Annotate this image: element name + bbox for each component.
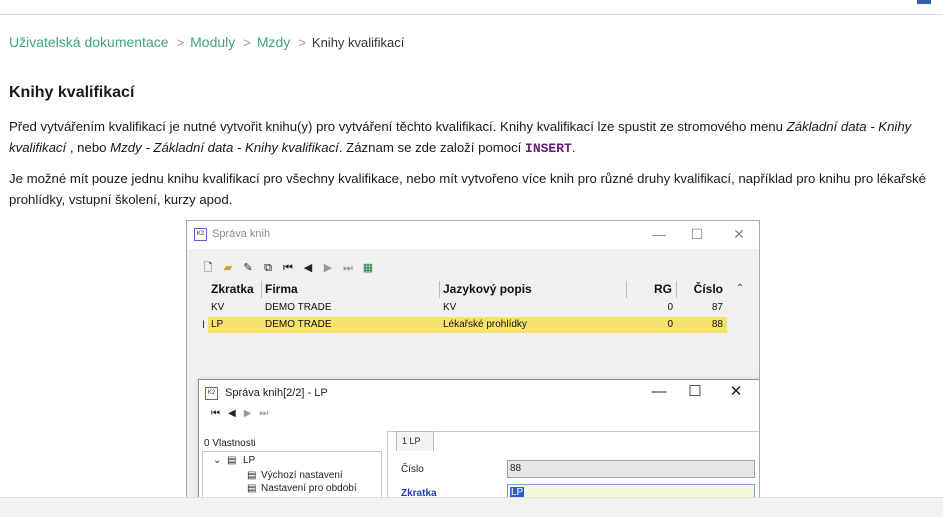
tree-node-default[interactable]: Výchozí nastavení [261, 470, 343, 481]
tab-lp[interactable]: 1 LP [396, 431, 434, 451]
minimize-button[interactable]: — [649, 225, 669, 243]
table-row-selected[interactable]: LP DEMO TRADE Lékařské prohlídky 0 88 [208, 317, 727, 333]
record-navigation: ⏮ ◀ ▶ ⏭ [211, 408, 268, 419]
column-header-zkratka[interactable]: Zkratka [208, 281, 262, 298]
window-titlebar: K2 Správa knih — ☐ ✕ [187, 221, 759, 249]
breadcrumb-separator: > [176, 34, 185, 50]
close-button[interactable]: ✕ [729, 225, 749, 243]
close-button[interactable]: ✕ [726, 383, 746, 401]
cell-rg: 0 [667, 319, 673, 330]
cell-firma: DEMO TRADE [265, 302, 332, 313]
scroll-up-icon[interactable]: ⌃ [733, 283, 747, 294]
intro-paragraph: Před vytvářením kvalifikací je nutné vyt… [9, 116, 939, 159]
cell-popis: Lékařské prohlídky [443, 319, 527, 330]
maximize-button[interactable]: ☐ [687, 225, 707, 243]
cell-zkratka: LP [211, 319, 224, 330]
cislo-field[interactable]: 88 [507, 460, 755, 478]
column-header-firma[interactable]: Firma [262, 281, 440, 298]
last-record-icon[interactable]: ⏭ [341, 261, 355, 275]
breadcrumb-link-moduly[interactable]: Moduly [190, 34, 235, 50]
minimize-button[interactable]: — [649, 383, 669, 401]
maximize-button[interactable]: ☐ [685, 383, 705, 401]
table-row[interactable]: KV DEMO TRADE KV 0 87 [208, 300, 727, 316]
tree-node-period[interactable]: Nastavení pro období [261, 483, 357, 494]
breadcrumb-link-mzdy[interactable]: Mzdy [257, 34, 290, 50]
dialog-title: Správa knih[2/2] - LP [225, 387, 328, 399]
app-icon[interactable] [917, 0, 931, 4]
field-label-cislo: Číslo [401, 464, 424, 475]
cell-cislo: 87 [711, 302, 723, 313]
first-record-icon[interactable]: ⏮ [211, 408, 220, 419]
chevron-down-icon[interactable]: ⌄ [213, 455, 221, 466]
window-title: Správa knih [212, 228, 271, 240]
paragraph-text: . Záznam se zde založí pomocí [338, 140, 526, 155]
previous-record-icon[interactable]: ◀ [228, 408, 236, 419]
page-title: Knihy kvalifikací [9, 84, 135, 101]
document-icon: ▤ [247, 483, 257, 494]
breadcrumb-separator: > [243, 34, 251, 50]
bottom-bar [0, 497, 943, 517]
paragraph-text: . [571, 140, 576, 155]
cell-rg: 0 [667, 302, 673, 313]
tree-node-root[interactable]: LP [243, 455, 255, 466]
column-header-rg[interactable]: RG [627, 281, 677, 298]
column-header-cislo[interactable]: Číslo [677, 281, 727, 298]
menu-path: Mzdy - Základní data - Knihy kvalifikací [110, 140, 339, 155]
excel-export-icon[interactable]: ▦ [361, 261, 375, 275]
k2-app-icon: K2 [194, 228, 207, 241]
toolbar: 🗋 ▰ ✎ ⧉ ⏮ ◀ ▶ ⏭ ▦ [201, 259, 375, 277]
open-folder-icon[interactable]: ▰ [221, 261, 235, 275]
cell-zkratka: KV [211, 302, 225, 313]
cell-popis: KV [443, 302, 457, 313]
book-detail-dialog: K2 Správa knih[2/2] - LP — ☐ ✕ ⏮ ◀ ▶ ⏭ 0… [198, 379, 759, 509]
text-cursor-icon: I [202, 319, 206, 331]
top-bar [0, 0, 943, 15]
breadcrumb: Uživatelská dokumentace > Moduly > Mzdy … [9, 34, 404, 50]
k2-app-icon: K2 [205, 387, 218, 400]
breadcrumb-link-dokumentace[interactable]: Uživatelská dokumentace [9, 34, 169, 50]
first-record-icon[interactable]: ⏮ [281, 261, 295, 275]
cell-cislo: 88 [711, 319, 723, 330]
paragraph-text: , nebo [66, 140, 111, 155]
breadcrumb-current: Knihy kvalifikací [311, 34, 405, 50]
next-record-icon[interactable]: ▶ [244, 408, 252, 419]
grid-header: Zkratka Firma Jazykový popis RG Číslo [208, 281, 727, 298]
previous-record-icon[interactable]: ◀ [301, 261, 315, 275]
breadcrumb-separator: > [298, 34, 306, 50]
sprava-knih-window: K2 Správa knih — ☐ ✕ 🗋 ▰ ✎ ⧉ ⏮ ◀ ▶ ⏭ ▦ Z… [186, 220, 760, 510]
edit-icon[interactable]: ✎ [241, 261, 255, 275]
new-document-icon[interactable]: 🗋 [201, 261, 215, 275]
cell-firma: DEMO TRADE [265, 319, 332, 330]
copy-icon[interactable]: ⧉ [261, 261, 275, 275]
document-icon: ▤ [227, 455, 237, 466]
info-paragraph: Je možné mít pouze jednu knihu kvalifika… [9, 171, 926, 207]
next-record-icon[interactable]: ▶ [321, 261, 335, 275]
tree-label: 0 Vlastnosti [204, 438, 256, 449]
column-header-popis[interactable]: Jazykový popis [440, 281, 627, 298]
last-record-icon[interactable]: ⏭ [259, 408, 268, 419]
insert-keyword: INSERT [525, 141, 572, 156]
document-icon: ▤ [247, 470, 257, 481]
paragraph-text: Před vytvářením kvalifikací je nutné vyt… [9, 119, 787, 134]
